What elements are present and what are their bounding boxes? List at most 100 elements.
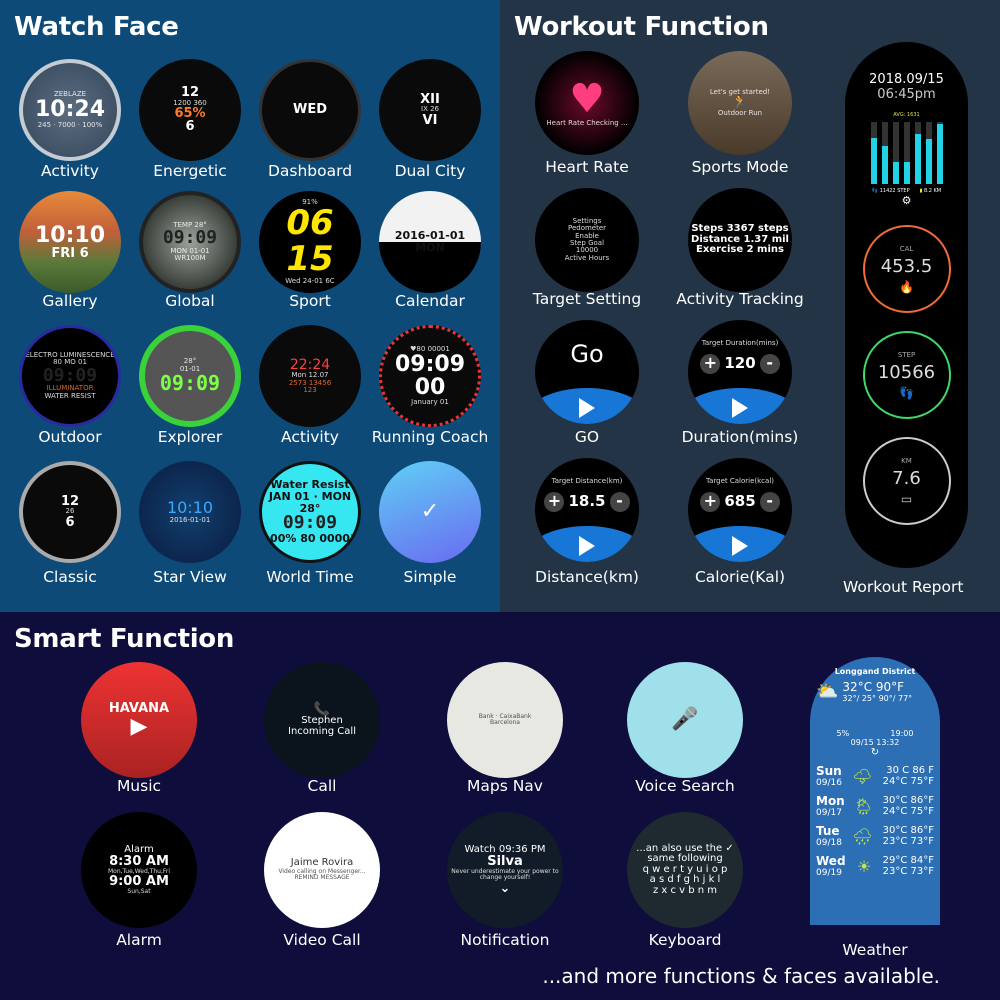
target-stepper[interactable]: +120- <box>700 353 780 374</box>
watch-face-preview[interactable]: ♥80 00001 09:09 00 January 01 <box>379 325 481 427</box>
ring-key: CAL <box>899 244 914 253</box>
workout-screen[interactable]: ♥ Heart Rate Checking ... <box>535 51 639 155</box>
smart-alarm[interactable]: Alarm 8:30 AM Mon,Tue,Wed,Thu,Fri 9:00 AM Su… <box>64 812 214 949</box>
smart-music[interactable]: HAVANA ▶ Music <box>64 662 214 795</box>
smart-screen[interactable]: Alarm 8:30 AM Mon,Tue,Wed,Thu,Fri 9:00 AM Su… <box>81 812 197 928</box>
watch-face-activity[interactable]: 22:24 Mon 12.07 2573 13456 123 Activity <box>250 325 370 446</box>
day-name: Sun <box>816 764 842 778</box>
smart-label: Video Call <box>283 931 361 949</box>
watch-face-preview[interactable]: 10:10 FRI 6 <box>19 191 121 293</box>
face-label: World Time <box>266 568 354 586</box>
smart-screen[interactable]: HAVANA ▶ <box>81 662 197 778</box>
forecast-row: Mon 09/17 🌦 30°C 86°F 24°C 75°F <box>816 794 934 818</box>
screen-text: ▶ <box>130 714 148 740</box>
stat-ring-cal[interactable]: CAL 453.5 🔥 <box>862 225 951 313</box>
watch-face-energetic[interactable]: 12 1200 360 65% 6 Energetic <box>130 59 250 180</box>
watch-face-preview[interactable]: ZEBLAZE 10:24 245 · 7000 · 100% <box>19 59 121 161</box>
workout-target-setting[interactable]: Settings Pedometer Enable Step Goal 10000 Act… <box>512 188 662 308</box>
target-stepper[interactable]: +685- <box>700 491 780 512</box>
plus-button[interactable]: + <box>700 353 721 374</box>
forecast-row: Wed 09/19 ☀ 29°C 84°F 23°C 73°F <box>816 854 934 878</box>
workout-screen[interactable]: Go <box>535 320 639 424</box>
watch-face-preview[interactable]: 10:10 2016-01-01 <box>139 461 241 563</box>
watch-face-activity[interactable]: ZEBLAZE 10:24 245 · 7000 · 100% Activity <box>10 59 130 180</box>
minus-button[interactable]: - <box>759 491 780 512</box>
refresh-icon[interactable]: ↻ <box>816 747 934 758</box>
stat-ring-step[interactable]: STEP 10566 👣 <box>862 331 951 419</box>
watch-face-explorer[interactable]: 28° 01-01 09:09 Explorer <box>130 325 250 446</box>
watch-face-preview[interactable]: WED <box>259 59 361 161</box>
watch-face-outdoor[interactable]: ELECTRO LUMINESCENCE 80 MO 01 09:09 ILLUMIN… <box>10 325 130 446</box>
workout-heart-rate[interactable]: ♥ Heart Rate Checking ... Heart Rate <box>512 51 662 176</box>
smart-maps-nav[interactable]: Bank · CaixaBank Barcelona Maps Nav <box>430 662 580 795</box>
smart-notification[interactable]: Watch 09:36 PM Silva Never underestimate y… <box>430 812 580 949</box>
play-button[interactable] <box>688 526 792 562</box>
workout-screen[interactable]: Target Calorie(kcal) +685- <box>688 458 792 562</box>
smart-voice-search[interactable]: 🎤 Voice Search <box>610 662 760 795</box>
workout-distance-km-[interactable]: Target Distance(km) +18.5- Distance(km) <box>512 458 662 586</box>
screen-text: ⌄ <box>499 880 511 896</box>
smart-screen[interactable]: Watch 09:36 PM Silva Never underestimate y… <box>447 812 563 928</box>
workout-calorie-kal-[interactable]: Target Calorie(kcal) +685- Calorie(Kal) <box>665 458 815 586</box>
watch-face-dashboard[interactable]: WED Dashboard <box>250 59 370 180</box>
workout-report-screen[interactable]: 2018.09/15 06:45pm AVG: 1631 👣 11422 STE… <box>845 42 968 568</box>
workout-sports-mode[interactable]: Let's get started! 🏃 Outdoor Run Sports Mod… <box>665 51 815 176</box>
watch-face-preview[interactable]: ✓ <box>379 461 481 563</box>
play-button[interactable] <box>535 388 639 424</box>
stat-ring-km[interactable]: KM 7.6 ▭ <box>862 437 951 525</box>
play-button[interactable] <box>535 526 639 562</box>
smart-screen[interactable]: Bank · CaixaBank Barcelona <box>447 662 563 778</box>
watch-face-panel: Watch Face ZEBLAZE 10:24 245 · 7000 · 100%… <box>0 0 500 612</box>
watch-face-sport[interactable]: 91% 06 15 Wed 24-01 6C Sport <box>250 191 370 310</box>
weekly-bar <box>936 122 943 184</box>
smart-screen[interactable]: ...an also use the ✓ same following q w e … <box>627 812 743 928</box>
watch-face-preview[interactable]: Water Resist JAN 01 · MON 28° 09:09 100% 80… <box>259 461 361 563</box>
watch-face-global[interactable]: TEMP 28° 09:09 MON 01-01 WR100M Global <box>130 191 250 310</box>
watch-face-running-coach[interactable]: ♥80 00001 09:09 00 January 01 Running Coach <box>370 325 490 446</box>
smart-screen[interactable]: Jaime Rovira Video calling on Messenger..… <box>264 812 380 928</box>
smart-keyboard[interactable]: ...an also use the ✓ same following q w e … <box>610 812 760 949</box>
report-avg: AVG: 1631 <box>893 112 920 118</box>
minus-button[interactable]: - <box>759 353 780 374</box>
watch-face-preview[interactable]: 22:24 Mon 12.07 2573 13456 123 <box>259 325 361 427</box>
watch-face-world-time[interactable]: Water Resist JAN 01 · MON 28° 09:09 100% 80… <box>250 461 370 586</box>
watch-face-gallery[interactable]: 10:10 FRI 6 Gallery <box>10 191 130 310</box>
workout-activity-tracking[interactable]: Steps 3367 steps Distance 1.37 mil Exercis… <box>665 188 815 308</box>
play-button[interactable] <box>688 388 792 424</box>
workout-screen[interactable]: Let's get started! 🏃 Outdoor Run <box>688 51 792 155</box>
watch-face-preview[interactable]: 91% 06 15 Wed 24-01 6C <box>259 191 361 293</box>
bar-fill <box>903 161 910 184</box>
workout-screen[interactable]: Target Distance(km) +18.5- <box>535 458 639 562</box>
plus-button[interactable]: + <box>544 491 565 512</box>
watch-face-preview[interactable]: 28° 01-01 09:09 <box>139 325 241 427</box>
workout-screen[interactable]: Steps 3367 steps Distance 1.37 mil Exercis… <box>688 188 792 292</box>
watch-face-calendar[interactable]: 2016-01-01 MON Calendar <box>370 191 490 310</box>
watch-face-preview[interactable]: 12 1200 360 65% 6 <box>139 59 241 161</box>
watch-face-preview[interactable]: TEMP 28° 09:09 MON 01-01 WR100M <box>139 191 241 293</box>
watch-face-preview[interactable]: 2016-01-01 MON <box>379 191 481 293</box>
smart-screen[interactable]: 📞 Stephen Incoming Call <box>264 662 380 778</box>
weather-label: Weather <box>842 941 908 959</box>
plus-button[interactable]: + <box>700 491 721 512</box>
watch-face-preview[interactable]: 12 26 6 <box>19 461 121 563</box>
smart-video-call[interactable]: Jaime Rovira Video calling on Messenger..… <box>247 812 397 949</box>
forecast-temps: 30°C 86°F 23°C 73°F <box>883 825 934 847</box>
smart-call[interactable]: 📞 Stephen Incoming Call Call <box>247 662 397 795</box>
gear-icon[interactable]: ⚙ <box>902 194 912 207</box>
watch-face-dual-city[interactable]: XII IX 26 VI Dual City <box>370 59 490 180</box>
minus-button[interactable]: - <box>609 491 630 512</box>
workout-screen[interactable]: Target Duration(mins) +120- <box>688 320 792 424</box>
watch-face-preview[interactable]: ELECTRO LUMINESCENCE 80 MO 01 09:09 ILLUMIN… <box>19 325 121 427</box>
workout-screen[interactable]: Settings Pedometer Enable Step Goal 10000 Act… <box>535 188 639 292</box>
watch-face-preview[interactable]: XII IX 26 VI <box>379 59 481 161</box>
watch-face-simple[interactable]: ✓ Simple <box>370 461 490 586</box>
target-stepper[interactable]: +18.5- <box>544 491 630 512</box>
weather-screen[interactable]: Longgand District ⛅ 32°C 90°F 32°/ 25° 90… <box>810 657 940 925</box>
workout-duration-mins-[interactable]: Target Duration(mins) +120- Duration(mins) <box>665 320 815 446</box>
face-text: 10:10 <box>166 497 214 517</box>
workout-go[interactable]: Go GO <box>512 320 662 446</box>
watch-face-classic[interactable]: 12 26 6 Classic <box>10 461 130 586</box>
smart-screen[interactable]: 🎤 <box>627 662 743 778</box>
watch-face-star-view[interactable]: 10:10 2016-01-01 Star View <box>130 461 250 586</box>
current-temp: 32°C 90°F <box>842 680 905 694</box>
